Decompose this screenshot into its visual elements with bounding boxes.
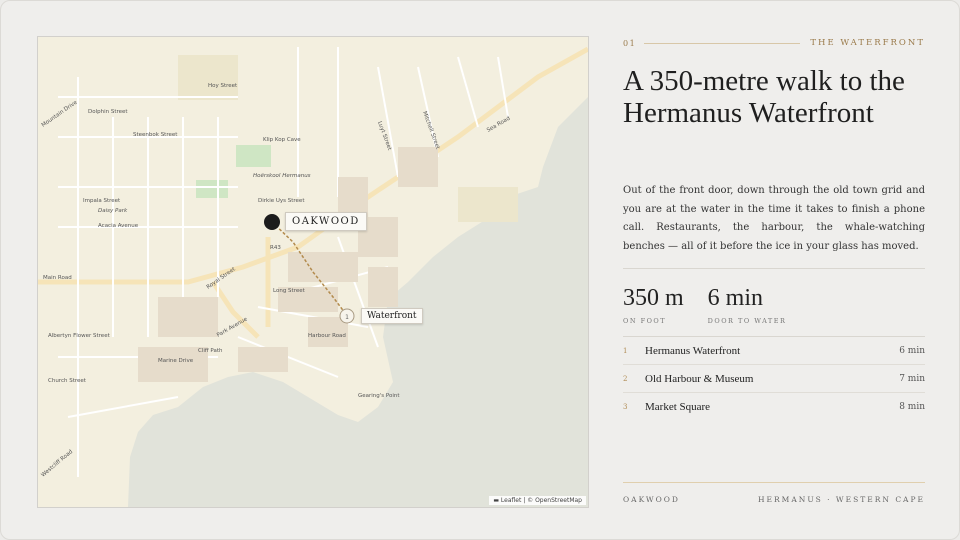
section-header: 01 THE WATERFRONT	[623, 38, 925, 48]
list-item-number: 1	[623, 346, 628, 355]
place-label-hoerskool: Hoërskool Hermanus	[253, 173, 311, 179]
waterfront-marker-number: 1	[345, 314, 349, 321]
street-label-mountain: Mountain Drive	[41, 99, 79, 128]
list-item-name: Old Harbour & Museum	[645, 372, 754, 385]
street-label-steenbok: Steenbok Street	[133, 132, 178, 138]
stat-time: 6 min DOOR TO WATER	[708, 285, 787, 325]
footer-brand: OAKWOOD	[623, 495, 680, 504]
street-label-hoy: Hoy Street	[208, 83, 238, 89]
list-item[interactable]: 2 Old Harbour & Museum 7 min	[623, 365, 925, 393]
map-attribution[interactable]: ▬ Leaflet | © OpenStreetMap	[489, 496, 586, 505]
street-label-cliff: Cliff Path	[198, 348, 223, 354]
map-canvas[interactable]: 1 Main Road R43 Royal Street Long Street…	[38, 37, 588, 507]
waterfront-marker-label[interactable]: Waterfront	[361, 308, 423, 324]
park-area	[236, 145, 271, 167]
street-label-westcliff: Westcliff Road	[40, 449, 74, 479]
sand-area	[178, 55, 238, 100]
list-item-name: Market Square	[645, 400, 711, 413]
places-list: 1 Hermanus Waterfront 6 min 2 Old Harbou…	[623, 337, 925, 420]
list-item-number: 2	[623, 374, 628, 383]
street-label-r43: R43	[270, 245, 281, 251]
street-label-park: Park Avenue	[216, 316, 249, 339]
street-label-albertyn: Albertyn Flower Street	[48, 333, 111, 339]
stat-label: DOOR TO WATER	[707, 317, 787, 325]
footer: OAKWOOD HERMANUS · WESTERN CAPE	[623, 495, 925, 504]
place-label-gearing: Gearing's Point	[358, 393, 400, 399]
footer-rule	[623, 482, 925, 483]
street-label-long: Long Street	[273, 288, 306, 294]
street-label-church: Church Street	[48, 378, 87, 384]
street-label-sea: Sea Road	[486, 116, 511, 134]
list-item-time: 7 min	[899, 373, 925, 384]
street-label-impala: Impala Street	[83, 198, 121, 204]
street-label-dirkie: Dirkie Uys Street	[258, 198, 305, 204]
list-item-time: 6 min	[899, 345, 925, 356]
section-rule	[644, 42, 801, 44]
street-label-acacia: Acacia Avenue	[98, 223, 139, 229]
stat-value: 6 min	[707, 285, 764, 311]
stats-row: 350 m ON FOOT 6 min DOOR TO WATER	[623, 285, 810, 325]
list-item-time: 8 min	[899, 401, 925, 412]
list-item-number: 3	[623, 402, 628, 411]
list-item-name: Hermanus Waterfront	[645, 344, 741, 357]
description: Out of the front door, down through the …	[623, 185, 925, 252]
street-label-dolphin: Dolphin Street	[88, 109, 128, 115]
street-label-marine: Marine Drive	[158, 358, 194, 364]
map[interactable]: 1 Main Road R43 Royal Street Long Street…	[37, 36, 589, 508]
street-label-mitchell: Mitchell Street	[421, 111, 441, 151]
section-title: THE WATERFRONT	[810, 38, 925, 48]
oakwood-marker[interactable]	[264, 214, 280, 230]
page-title: A 350-metre walk to the Hermanus Waterfr…	[623, 65, 905, 129]
sports-field	[196, 180, 228, 198]
street-label-harbour: Harbour Road	[308, 333, 346, 339]
street-label-daisy: Daisy Park	[98, 208, 128, 214]
list-item[interactable]: 1 Hermanus Waterfront 6 min	[623, 337, 925, 365]
list-item[interactable]: 3 Market Square 8 min	[623, 393, 925, 420]
slide-frame: 1 Main Road R43 Royal Street Long Street…	[0, 0, 960, 540]
stat-distance: 350 m ON FOOT	[623, 285, 684, 325]
footer-location: HERMANUS · WESTERN CAPE	[758, 495, 925, 504]
oakwood-marker-label[interactable]: OAKWOOD	[285, 212, 367, 231]
stat-value: 350 m	[623, 285, 684, 311]
place-label-klipkop: Klip Kop Cave	[263, 137, 301, 143]
coast-green	[458, 187, 518, 222]
info-panel: 01 THE WATERFRONT A 350-metre walk to th…	[623, 31, 925, 511]
section-number: 01	[623, 38, 637, 48]
stat-label: ON FOOT	[623, 317, 667, 325]
divider	[623, 268, 925, 269]
street-label-main-road: Main Road	[43, 275, 72, 281]
